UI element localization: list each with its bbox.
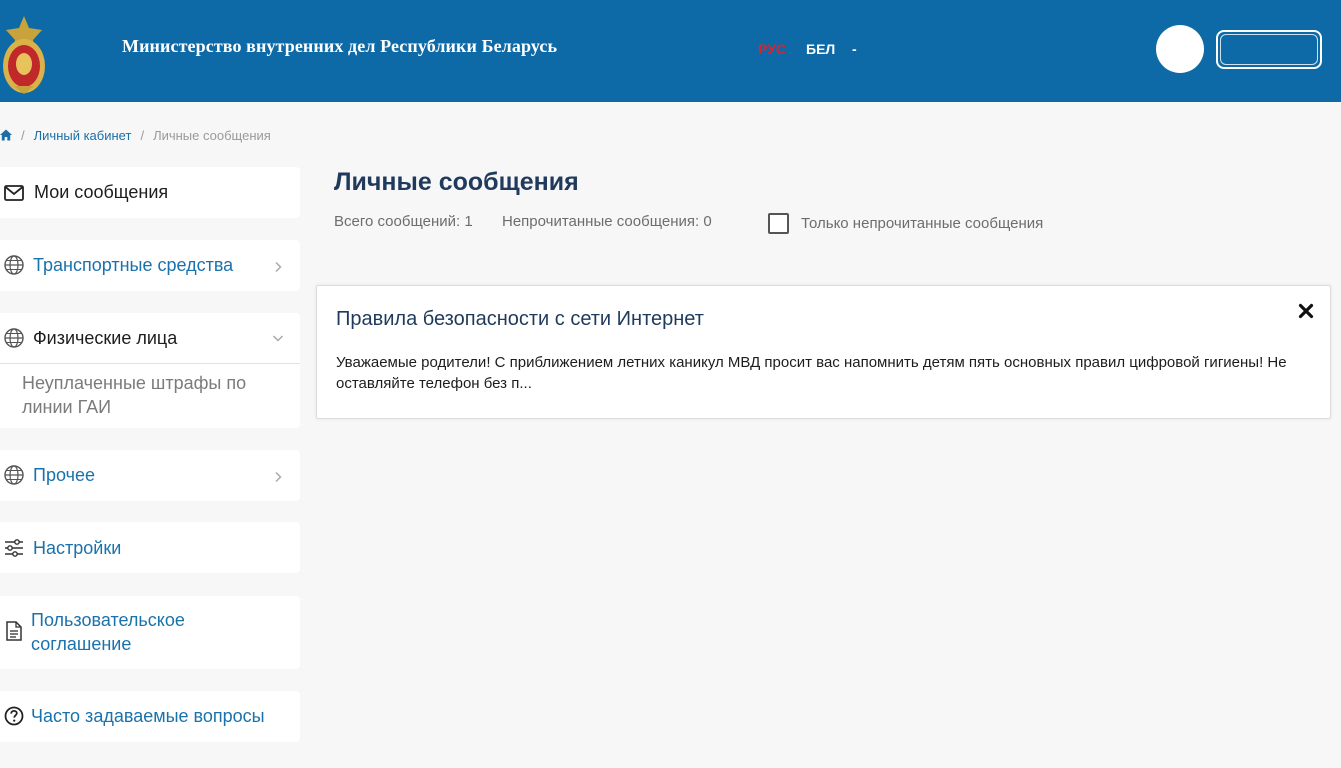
sidebar-item-settings[interactable]: Настройки (0, 522, 300, 573)
sidebar-item-user-agreement[interactable]: Пользовательское соглашение (0, 596, 300, 669)
home-icon[interactable] (0, 129, 12, 141)
lang-rus-link[interactable]: РУС (758, 41, 786, 57)
breadcrumb: / Личный кабинет / Личные сообщения (0, 126, 271, 144)
unread-messages-count: Непрочитанные сообщения: 0 (502, 213, 712, 230)
sidebar-item-label: Мои сообщения (34, 182, 169, 202)
breadcrumb-separator: / (21, 127, 25, 143)
sidebar-item-label: Физические лица (33, 328, 178, 348)
sidebar-item-vehicles[interactable]: Транспортные средства (0, 240, 300, 291)
sidebar-item-label-line: соглашение (31, 634, 132, 654)
globe-icon (4, 255, 24, 275)
sidebar-subitem-label: Неуплаченные штрафы по (22, 373, 247, 393)
sidebar-item-faq[interactable]: Часто задаваемые вопросы (0, 691, 300, 742)
chevron-down-icon[interactable] (272, 332, 284, 344)
total-messages-count: Всего сообщений: 1 (334, 213, 473, 230)
lang-separator: - (852, 41, 857, 57)
sidebar-item-label-line: Пользовательское (31, 610, 185, 630)
sidebar-item-label: Часто задаваемые вопросы (31, 706, 265, 726)
only-unread-checkbox[interactable] (768, 213, 789, 234)
message-preview: Уважаемые родители! С приближением летни… (336, 354, 1287, 392)
ministry-emblem-logo[interactable] (0, 14, 48, 96)
user-avatar[interactable] (1156, 25, 1204, 73)
breadcrumb-current: Личные сообщения (153, 127, 271, 143)
question-circle-icon (4, 706, 24, 726)
sidebar-divider (0, 363, 300, 364)
sidebar-item-label: Транспортные средства (33, 255, 234, 275)
sidebar-item-label: Пользовательское соглашение (31, 608, 185, 656)
chevron-right-icon (275, 471, 282, 483)
only-unread-label[interactable]: Только непрочитанные сообщения (801, 215, 1043, 232)
sidebar-item-my-messages[interactable]: Мои сообщения (0, 167, 300, 218)
chevron-right-icon (275, 261, 282, 273)
account-button[interactable] (1216, 30, 1322, 69)
sidebar-item-other[interactable]: Прочее (0, 450, 300, 501)
close-icon[interactable] (1298, 303, 1314, 319)
globe-icon (4, 328, 24, 348)
site-title[interactable]: Министерство внутренних дел Республики Б… (122, 36, 557, 57)
document-icon (6, 621, 22, 641)
sidebar-subitem-unpaid-fines[interactable]: Неуплаченные штрафы по линии ГАИ (22, 371, 246, 419)
sliders-icon (5, 539, 23, 557)
sidebar-item-individuals[interactable]: Физические лица Неуплаченные штрафы по л… (0, 313, 300, 428)
lang-bel-link[interactable]: БЕЛ (806, 41, 835, 57)
sidebar-item-label: Настройки (33, 538, 122, 558)
message-title[interactable]: Правила безопасности с сети Интернет (336, 308, 704, 331)
sidebar-item-label: Прочее (33, 465, 95, 485)
breadcrumb-separator: / (140, 127, 145, 143)
envelope-icon (4, 185, 24, 201)
message-card[interactable]: Правила безопасности с сети Интернет Ува… (316, 285, 1331, 419)
globe-icon (4, 465, 24, 485)
top-header: Министерство внутренних дел Республики Б… (0, 0, 1341, 102)
breadcrumb-link-cabinet[interactable]: Личный кабинет (34, 128, 132, 143)
sidebar-subitem-label: линии ГАИ (22, 397, 112, 417)
page-title: Личные сообщения (334, 168, 579, 196)
